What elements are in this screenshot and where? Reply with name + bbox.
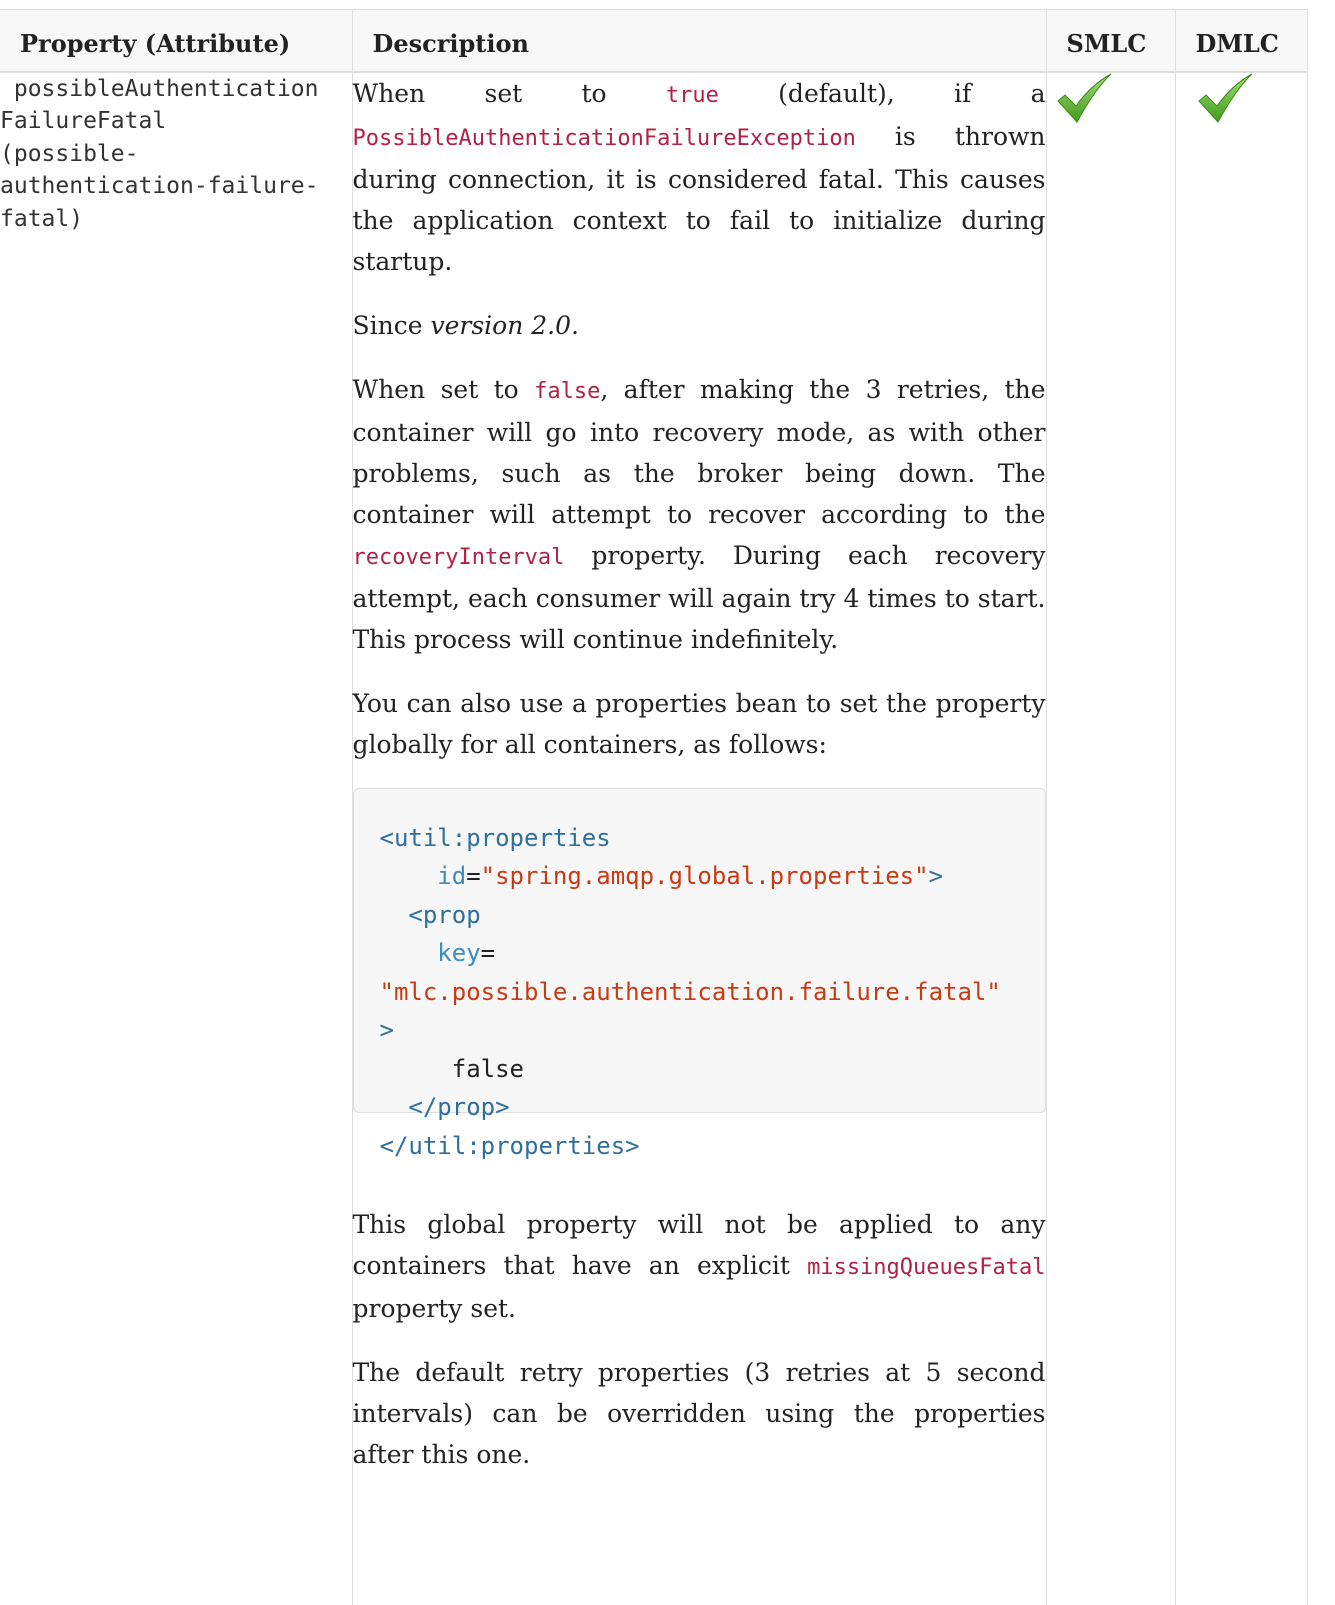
property-name-line: FailureFatal xyxy=(0,108,167,134)
inline-code: false xyxy=(534,378,601,404)
checkmark-icon xyxy=(1197,73,1252,123)
checkmark-icon xyxy=(1056,73,1111,123)
property-name-line: possibleAuthentication xyxy=(0,75,319,102)
description-cell: When set to true (default), if a Possibl… xyxy=(352,71,1047,1605)
properties-table: Property (Attribute) Description SMLC DM… xyxy=(0,9,1308,1605)
header-property: Property (Attribute) xyxy=(0,9,353,72)
description-paragraph: When set to true (default), if a Possibl… xyxy=(352,78,1046,276)
description-paragraph: When set to false, after making the 3 re… xyxy=(352,374,1046,654)
table-row: possibleAuthentication FailureFatal (pos… xyxy=(0,71,1308,1605)
code-listing: <util:properties id="spring.amqp.global.… xyxy=(379,823,1001,1160)
header-dmlc: DMLC xyxy=(1175,9,1308,72)
property-name-line: (possible- xyxy=(0,140,139,167)
code-block: <util:properties id="spring.amqp.global.… xyxy=(352,787,1046,1160)
description-paragraph: This global property will not be applied… xyxy=(352,1209,1046,1323)
smlc-cell xyxy=(1046,71,1176,1605)
inline-code: missingQueuesFatal xyxy=(807,1254,1046,1280)
description-paragraph: You can also use a properties bean to se… xyxy=(352,688,1046,759)
property-name-line: fatal) xyxy=(0,205,84,232)
dmlc-cell xyxy=(1175,71,1308,1605)
property-name-cell: possibleAuthentication FailureFatal (pos… xyxy=(0,71,353,1605)
description-paragraph: The default retry properties (3 retries … xyxy=(352,1357,1046,1469)
inline-code: PossibleAuthenticationFailureException xyxy=(352,125,856,151)
header-description: Description xyxy=(352,9,1047,72)
properties-table-container: Property (Attribute) Description SMLC DM… xyxy=(0,0,1335,1605)
inline-code: recoveryInterval xyxy=(352,544,565,570)
since-version-paragraph: Since version 2.0. xyxy=(352,310,579,340)
inline-code: true xyxy=(665,82,719,108)
table-header-row: Property (Attribute) Description SMLC DM… xyxy=(0,9,1308,72)
header-smlc: SMLC xyxy=(1046,9,1176,72)
property-name-line: authentication-failure- xyxy=(0,173,319,199)
